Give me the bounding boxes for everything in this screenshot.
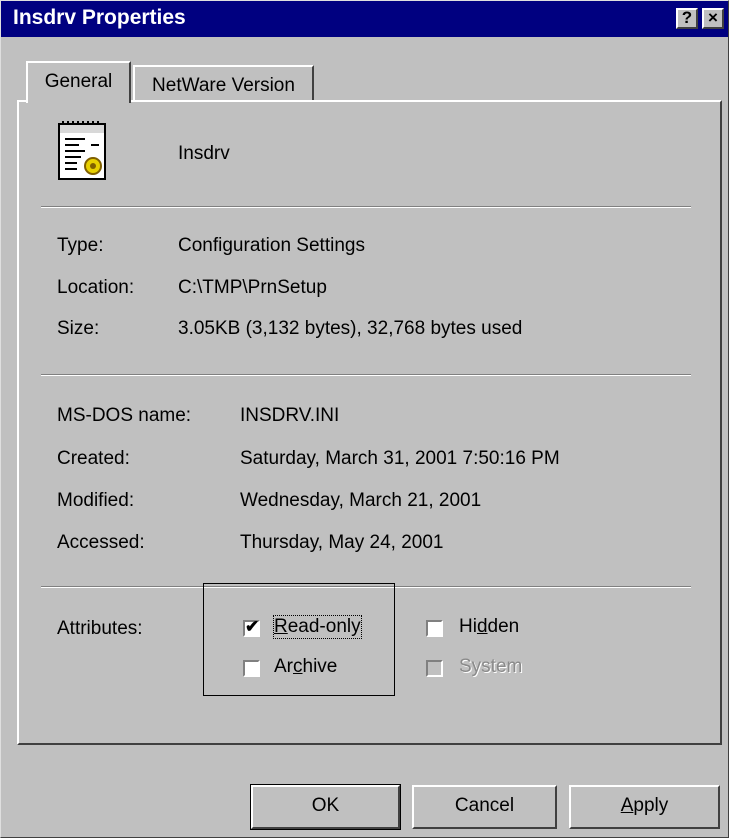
separator <box>41 374 691 376</box>
close-button[interactable]: × <box>702 8 724 29</box>
tab-netware-version[interactable]: NetWare Version <box>133 65 314 101</box>
highlight-box <box>203 583 395 696</box>
type-value: Configuration Settings <box>178 235 365 256</box>
attributes-label: Attributes: <box>57 618 143 639</box>
apply-button[interactable]: Apply <box>569 785 720 829</box>
tab-general-label: General <box>44 71 113 92</box>
properties-dialog: Insdrv Properties ? × General NetWare Ve… <box>0 0 729 838</box>
help-button[interactable]: ? <box>676 8 698 29</box>
accessed-value: Thursday, May 24, 2001 <box>240 532 444 553</box>
msdos-name-label: MS-DOS name: <box>57 405 192 426</box>
created-value: Saturday, March 31, 2001 7:50:16 PM <box>240 448 560 469</box>
modified-label: Modified: <box>57 490 135 511</box>
system-checkbox-box <box>426 660 443 677</box>
location-value: C:\TMP\PrnSetup <box>178 277 327 298</box>
window-title: Insdrv Properties <box>13 6 186 29</box>
read-only-checkbox-box[interactable]: ✔ <box>243 617 260 637</box>
file-name: Insdrv <box>178 143 230 164</box>
ok-button[interactable]: OK <box>250 784 401 830</box>
archive-label[interactable]: Archive <box>274 656 337 678</box>
read-only-label[interactable]: Read-only <box>273 615 362 639</box>
archive-checkbox-box[interactable] <box>243 660 260 677</box>
tab-netware-version-label: NetWare Version <box>152 75 295 96</box>
hidden-checkbox-box[interactable] <box>426 620 443 637</box>
hidden-label[interactable]: Hidden <box>459 616 519 638</box>
ini-file-icon <box>55 119 111 183</box>
type-label: Type: <box>57 235 104 256</box>
cancel-button[interactable]: Cancel <box>412 785 557 829</box>
separator <box>41 206 691 208</box>
size-value: 3.05KB (3,132 bytes), 32,768 bytes used <box>178 318 523 339</box>
msdos-name-value: INSDRV.INI <box>240 405 340 426</box>
tab-general[interactable]: General <box>26 61 131 103</box>
created-label: Created: <box>57 448 130 469</box>
accessed-label: Accessed: <box>57 532 145 553</box>
location-label: Location: <box>57 277 135 298</box>
modified-value: Wednesday, March 21, 2001 <box>240 490 482 511</box>
checkmark-icon: ✔ <box>245 617 260 636</box>
title-bar: Insdrv Properties ? × <box>1 1 728 37</box>
size-label: Size: <box>57 318 100 339</box>
system-label: System <box>459 656 523 677</box>
